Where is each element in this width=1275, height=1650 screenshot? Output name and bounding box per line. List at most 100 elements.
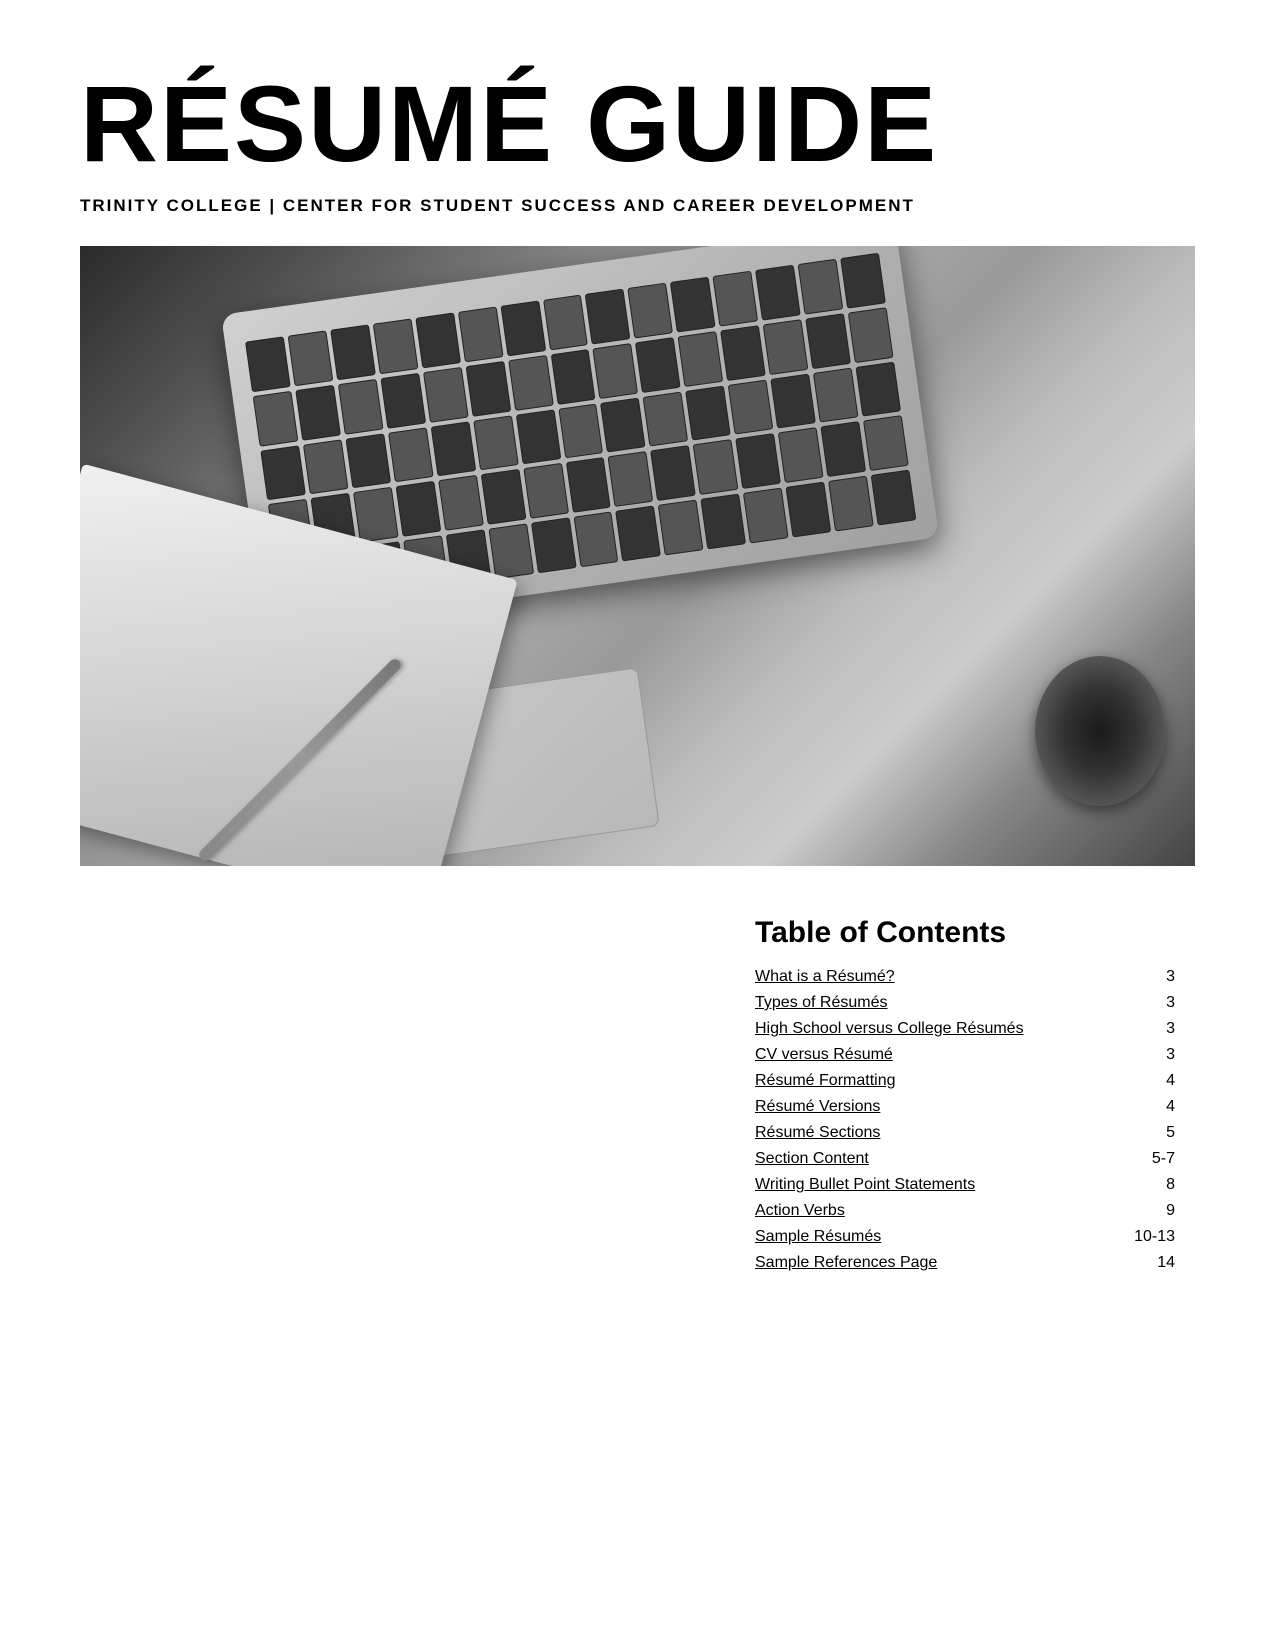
toc-row: What is a Résumé? 3: [755, 968, 1175, 988]
key: [755, 265, 801, 321]
toc-item-label[interactable]: Sample References Page: [755, 1254, 937, 1272]
key: [523, 463, 569, 519]
key: [736, 433, 782, 489]
toc-item-label[interactable]: Writing Bullet Point Statements: [755, 1176, 975, 1194]
key: [353, 487, 399, 543]
toc-item-page: 4: [1135, 1072, 1175, 1090]
key: [573, 512, 619, 568]
key: [805, 313, 851, 369]
key: [566, 457, 612, 513]
key: [488, 524, 534, 580]
toc-item-label[interactable]: Résumé Sections: [755, 1124, 880, 1142]
bottom-section: Table of Contents What is a Résumé?3Type…: [80, 916, 1195, 1280]
toc-container: Table of Contents What is a Résumé?3Type…: [755, 916, 1175, 1280]
key: [345, 433, 391, 489]
key: [821, 421, 867, 477]
key: [685, 385, 731, 441]
key: [678, 331, 724, 387]
key: [253, 391, 299, 447]
toc-item-page: 10-13: [1134, 1228, 1175, 1246]
key: [786, 482, 832, 538]
toc-item-page: 5-7: [1135, 1150, 1175, 1168]
toc-row: Résumé Versions 4: [755, 1098, 1175, 1118]
key: [480, 469, 526, 525]
key: [763, 319, 809, 375]
key: [330, 324, 376, 380]
key: [550, 349, 596, 405]
page-title: RÉSUMÉ GUIDE: [80, 70, 1195, 178]
key: [600, 397, 646, 453]
key: [500, 301, 546, 357]
toc-item-label[interactable]: Types of Résumés: [755, 994, 888, 1012]
key: [380, 373, 426, 429]
key: [628, 283, 674, 339]
key: [728, 379, 774, 435]
key: [423, 367, 469, 423]
key: [515, 409, 561, 465]
key: [295, 385, 341, 441]
key: [260, 445, 306, 501]
key: [643, 391, 689, 447]
key: [373, 318, 419, 374]
key: [863, 416, 909, 472]
toc-item-label[interactable]: Résumé Formatting: [755, 1072, 896, 1090]
toc-row: Action Verbs 9: [755, 1202, 1175, 1222]
key: [585, 289, 631, 345]
key: [693, 439, 739, 495]
toc-row: Writing Bullet Point Statements 8: [755, 1176, 1175, 1196]
toc-row: Résumé Formatting 4: [755, 1072, 1175, 1092]
key: [713, 271, 759, 327]
coffee-cup-illustration: [1035, 656, 1165, 806]
key: [543, 295, 589, 351]
key: [288, 330, 334, 386]
toc-item-label[interactable]: CV versus Résumé: [755, 1046, 893, 1064]
key: [743, 488, 789, 544]
toc-item-page: 3: [1135, 994, 1175, 1012]
key: [473, 415, 519, 471]
toc-row: High School versus College Résumés 3: [755, 1020, 1175, 1040]
hero-image: [80, 246, 1195, 866]
key: [245, 336, 291, 392]
toc-row: Types of Résumés 3: [755, 994, 1175, 1014]
key: [303, 439, 349, 495]
toc-row: Sample References Page 14: [755, 1254, 1175, 1274]
toc-list: What is a Résumé?3Types of Résumés3High …: [755, 968, 1175, 1274]
toc-item-page: 9: [1135, 1202, 1175, 1220]
page-subtitle: TRINITY COLLEGE | CENTER FOR STUDENT SUC…: [80, 196, 1195, 216]
toc-item-page: 3: [1135, 1020, 1175, 1038]
toc-item-page: 3: [1135, 968, 1175, 986]
toc-item-page: 8: [1135, 1176, 1175, 1194]
key: [338, 379, 384, 435]
key: [531, 518, 577, 574]
key: [430, 421, 476, 477]
toc-item-page: 14: [1135, 1254, 1175, 1272]
key: [651, 445, 697, 501]
key: [608, 451, 654, 507]
toc-item-label[interactable]: What is a Résumé?: [755, 968, 895, 986]
toc-item-label[interactable]: Résumé Versions: [755, 1098, 880, 1116]
toc-row: CV versus Résumé 3: [755, 1046, 1175, 1066]
key: [508, 355, 554, 411]
key: [438, 475, 484, 531]
key: [855, 361, 901, 417]
toc-item-page: 3: [1135, 1046, 1175, 1064]
key: [720, 325, 766, 381]
key: [558, 403, 604, 459]
toc-item-label[interactable]: Sample Résumés: [755, 1228, 881, 1246]
toc-row: Section Content 5-7: [755, 1150, 1175, 1170]
key: [828, 476, 874, 532]
toc-item-page: 4: [1135, 1098, 1175, 1116]
key: [778, 427, 824, 483]
key: [395, 481, 441, 537]
key: [388, 427, 434, 483]
page-container: RÉSUMÉ GUIDE TRINITY COLLEGE | CENTER FO…: [0, 0, 1275, 1650]
key: [465, 361, 511, 417]
toc-item-label[interactable]: Action Verbs: [755, 1202, 845, 1220]
key: [415, 312, 461, 368]
toc-item-label[interactable]: Section Content: [755, 1150, 869, 1168]
key: [813, 367, 859, 423]
toc-item-label[interactable]: High School versus College Résumés: [755, 1020, 1024, 1038]
key: [871, 470, 917, 526]
key: [616, 506, 662, 562]
toc-row: Résumé Sections5: [755, 1124, 1175, 1144]
